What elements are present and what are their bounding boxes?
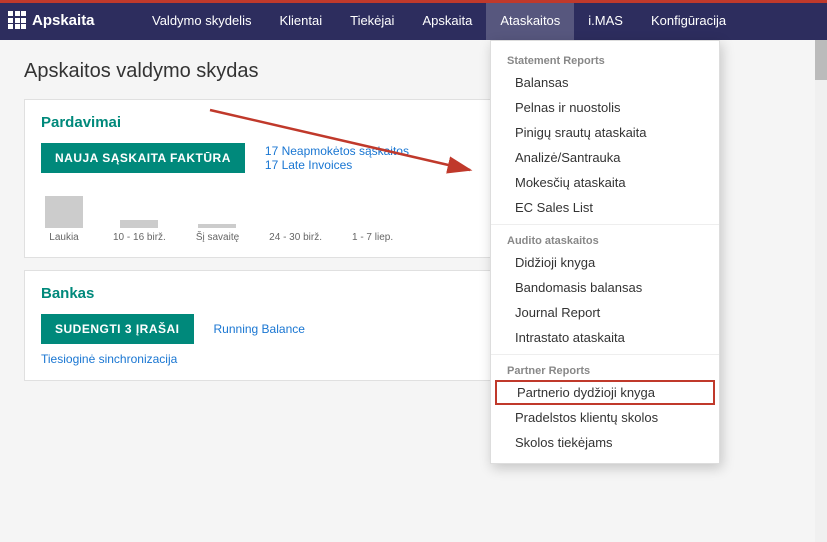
ataskaitos-dropdown: Statement Reports Balansas Pelnas ir nuo… [490, 40, 720, 464]
bar-3 [198, 224, 236, 228]
app-name: Apskaita [32, 12, 95, 29]
running-balance-link[interactable]: Running Balance [214, 322, 305, 336]
nav-ataskaitos[interactable]: Ataskaitos [486, 0, 574, 40]
bank-card-row: SUDENGTI 3 ĮRAŠAI Running Balance [41, 314, 487, 344]
grid-icon [8, 11, 26, 29]
bar-label-2: 10 - 16 birž. [113, 232, 166, 243]
dropdown-intrastato[interactable]: Intrastato ataskaita [491, 325, 719, 350]
chart-col-2: 10 - 16 birž. [113, 220, 166, 243]
statement-reports-label: Statement Reports [491, 49, 719, 70]
sales-card-row: NAUJA SĄSKAITA FAKTŪRA 17 Neapmokėtos są… [41, 143, 487, 173]
nav-imas[interactable]: i.MAS [574, 0, 637, 40]
nav-klientai[interactable]: Klientai [265, 0, 336, 40]
top-accent-bar [0, 0, 827, 3]
new-invoice-button[interactable]: NAUJA SĄSKAITA FAKTŪRA [41, 143, 245, 173]
chart-col-5: 1 - 7 liep. [352, 228, 393, 243]
app-logo[interactable]: Apskaita [8, 11, 118, 29]
dropdown-pelnas[interactable]: Pelnas ir nuostolis [491, 95, 719, 120]
bank-card-title: Bankas [41, 285, 487, 302]
dropdown-journal-report[interactable]: Journal Report [491, 300, 719, 325]
divider-1 [491, 224, 719, 225]
sync-link[interactable]: Tiesioginė sinchronizacija [41, 352, 487, 366]
bar-label-4: 24 - 30 birž. [269, 232, 322, 243]
sales-card: Pardavimai NAUJA SĄSKAITA FAKTŪRA 17 Nea… [24, 99, 504, 258]
nav-konfiguracija[interactable]: Konfigūracija [637, 0, 740, 40]
bar-label-5: 1 - 7 liep. [352, 232, 393, 243]
dropdown-ec-sales[interactable]: EC Sales List [491, 195, 719, 220]
top-navigation: Apskaita Valdymo skydelis Klientai Tiekė… [0, 0, 827, 40]
bar-label-3: Šį savaitę [196, 232, 239, 243]
sales-card-title: Pardavimai [41, 114, 487, 131]
dropdown-analize[interactable]: Analizė/Santrauka [491, 145, 719, 170]
nav-valdymo-skydelis[interactable]: Valdymo skydelis [138, 0, 265, 40]
nav-tiekejai[interactable]: Tiekėjai [336, 0, 408, 40]
bank-card: Bankas SUDENGTI 3 ĮRAŠAI Running Balance… [24, 270, 504, 381]
late-invoices-link[interactable]: 17 Late Invoices [265, 158, 409, 172]
audito-label: Audito ataskaitos [491, 229, 719, 250]
dropdown-partnerio-didzioji[interactable]: Partnerio dydžioji knyga [495, 380, 715, 405]
divider-2 [491, 354, 719, 355]
sales-chart: Laukia 10 - 16 birž. Šį savaitę 24 - 30 … [41, 183, 487, 243]
nav-apskaita[interactable]: Apskaita [408, 0, 486, 40]
dropdown-didzioji[interactable]: Didžioji knyga [491, 250, 719, 275]
bar-label-1: Laukia [49, 232, 78, 243]
dropdown-mokesciu[interactable]: Mokesčių ataskaita [491, 170, 719, 195]
chart-col-1: Laukia [45, 196, 83, 243]
reconcile-button[interactable]: SUDENGTI 3 ĮRAŠAI [41, 314, 194, 344]
dropdown-bandomasis[interactable]: Bandomasis balansas [491, 275, 719, 300]
bar-2 [120, 220, 158, 228]
chart-col-4: 24 - 30 birž. [269, 228, 322, 243]
partner-reports-label: Partner Reports [491, 359, 719, 380]
sales-links: 17 Neapmokėtos sąskaitos 17 Late Invoice… [265, 144, 409, 172]
dropdown-pinigu[interactable]: Pinigų srautų ataskaita [491, 120, 719, 145]
bar-1 [45, 196, 83, 228]
dropdown-balansas[interactable]: Balansas [491, 70, 719, 95]
unpaid-invoices-link[interactable]: 17 Neapmokėtos sąskaitos [265, 144, 409, 158]
dropdown-pradelstos[interactable]: Pradelstos klientų skolos [491, 405, 719, 430]
scrollbar[interactable] [815, 40, 827, 542]
scrollbar-thumb[interactable] [815, 40, 827, 80]
dropdown-skolos[interactable]: Skolos tiekėjams [491, 430, 719, 455]
chart-col-3: Šį savaitę [196, 224, 239, 243]
